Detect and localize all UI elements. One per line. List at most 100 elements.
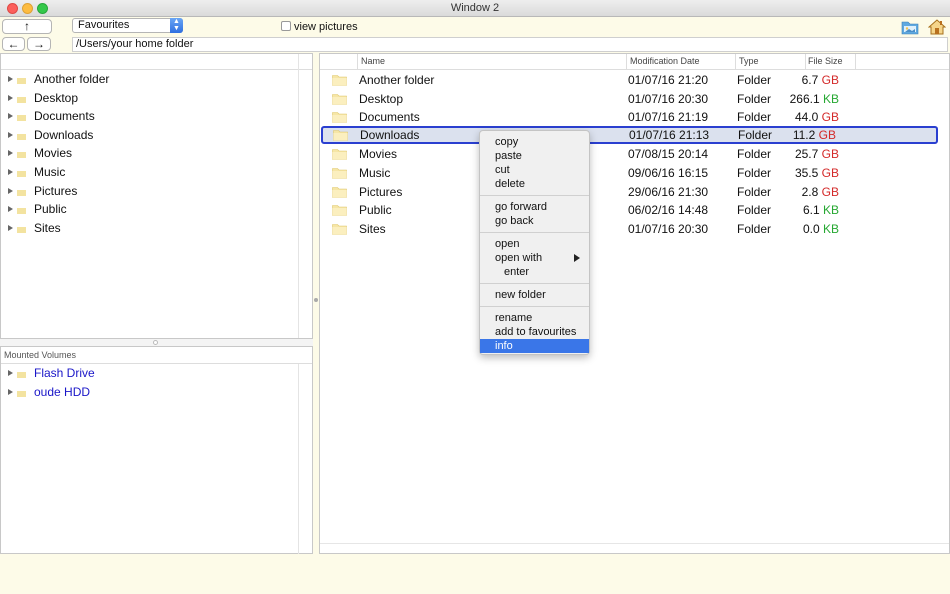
menu-item-info[interactable]: info (480, 339, 589, 353)
folder-icon (332, 112, 347, 123)
folder-icon (332, 223, 347, 235)
parent-folder-button[interactable]: ↑ (2, 19, 52, 34)
view-pictures-toggle[interactable]: view pictures (281, 21, 358, 33)
folder-icon (332, 186, 347, 198)
horizontal-splitter[interactable] (0, 339, 313, 346)
file-size: 44.0 GB (795, 108, 839, 127)
column-header-type[interactable]: Type (739, 56, 759, 66)
tree-item[interactable]: Public (1, 200, 312, 219)
menu-item-add-to-favourites[interactable]: add to favourites (480, 325, 589, 339)
drive-icon (17, 372, 26, 378)
splitter-handle-icon[interactable] (314, 298, 318, 302)
file-size: 25.7 GB (795, 145, 839, 164)
folder-icon (17, 226, 26, 233)
file-name: Music (359, 166, 391, 180)
submenu-arrow-icon (574, 254, 580, 262)
path-field[interactable]: /Users/your home folder (72, 37, 948, 52)
tree-item[interactable]: Another folder (1, 70, 312, 89)
tree-item[interactable]: Documents (1, 107, 312, 126)
menu-item-paste[interactable]: paste (480, 149, 589, 163)
menu-item-open-with-label: open with (495, 252, 543, 264)
tree-item-label: Desktop (34, 90, 79, 105)
pictures-folder-icon[interactable] (901, 19, 919, 35)
tree-item-label: Downloads (34, 127, 94, 142)
favourites-dropdown[interactable]: Favourites ▲ ▼ (72, 18, 183, 33)
maximize-window-button[interactable] (37, 3, 48, 14)
menu-item-cut[interactable]: cut (480, 163, 589, 177)
chevron-updown-icon: ▲ ▼ (170, 18, 183, 33)
disclosure-triangle-icon[interactable] (8, 388, 13, 395)
file-name: Movies (359, 147, 398, 162)
file-size: 11.2 GB (793, 128, 836, 143)
menu-item-enter[interactable]: enter (480, 265, 589, 279)
file-size: 2.8 GB (802, 183, 839, 202)
column-header-modification-date[interactable]: Modification Date (630, 56, 700, 66)
horizontal-scrollbar[interactable] (320, 543, 949, 553)
file-size-value: 2.8 (801, 184, 819, 199)
window-title: Window 2 (450, 2, 500, 14)
menu-item-rename[interactable]: rename (480, 311, 589, 325)
menu-item-new-folder[interactable]: new folder (480, 288, 589, 302)
file-size-unit: GB (821, 147, 839, 162)
tree-item-label: Pictures (34, 183, 78, 198)
menu-item-open-with[interactable]: open with (480, 251, 589, 265)
close-window-button[interactable] (7, 3, 18, 14)
disclosure-triangle-icon[interactable] (8, 370, 13, 376)
disclosure-triangle-icon[interactable] (8, 168, 13, 175)
tree-item[interactable]: Sites (1, 219, 312, 238)
table-row[interactable]: Another folder 01/07/16 21:20 Folder 6.7 GB (320, 71, 949, 90)
table-row[interactable]: Movies 07/08/15 20:14 Folder 25.7 GB (320, 145, 949, 164)
folder-icon (17, 115, 26, 122)
table-row[interactable]: Music 09/06/16 16:15 Folder 35.5 GB (320, 164, 949, 183)
table-row[interactable]: Public 06/02/16 14:48 Folder 6.1 KB (320, 201, 949, 220)
menu-item-go-back[interactable]: go back (480, 214, 589, 228)
back-button[interactable]: ← (2, 37, 25, 51)
file-size-value: 0.0 (802, 221, 820, 236)
disclosure-triangle-icon[interactable] (8, 76, 13, 82)
file-name: Sites (359, 221, 386, 236)
menu-item-go-forward[interactable]: go forward (480, 200, 589, 214)
splitter-handle-icon[interactable] (153, 340, 158, 345)
file-type: Folder (737, 166, 772, 180)
tree-item[interactable]: Downloads (1, 126, 312, 145)
folder-icon (332, 93, 347, 105)
file-size-unit: KB (822, 203, 839, 218)
file-name: Desktop (359, 91, 404, 106)
disclosure-triangle-icon[interactable] (8, 131, 13, 138)
file-size: 6.1 KB (803, 201, 839, 220)
table-row-selected[interactable]: Downloads 01/07/16 21:13 Folder 11.2 GB (321, 125, 938, 145)
table-row[interactable]: Sites 01/07/16 20:30 Folder 0.0 KB (320, 220, 949, 239)
view-pictures-checkbox[interactable] (281, 21, 291, 31)
disclosure-triangle-icon[interactable] (8, 206, 13, 213)
forward-button[interactable]: → (27, 37, 51, 51)
tree-item[interactable]: Music (1, 163, 312, 182)
column-header-file-size[interactable]: File Size (808, 56, 843, 66)
toolbar: ↑ ← → Favourites ▲ ▼ view pictures /Users… (0, 17, 950, 53)
menu-item-copy[interactable]: copy (480, 135, 589, 149)
menu-item-delete[interactable]: delete (480, 177, 589, 191)
disclosure-triangle-icon[interactable] (8, 113, 13, 120)
table-row[interactable]: Documents 01/07/16 21:19 Folder 44.0 GB (320, 108, 949, 127)
menu-item-open[interactable]: open (480, 237, 589, 251)
tree-item[interactable]: Movies (1, 144, 312, 163)
file-name: Pictures (359, 184, 403, 199)
file-date: 01/07/16 21:20 (628, 73, 709, 87)
file-size-unit: KB (822, 221, 839, 236)
disclosure-triangle-icon[interactable] (8, 94, 13, 101)
file-type: Folder (737, 184, 772, 199)
table-row[interactable]: Pictures 29/06/16 21:30 Folder 2.8 GB (320, 183, 949, 202)
disclosure-triangle-icon[interactable] (8, 187, 13, 194)
file-date: 01/07/16 20:30 (628, 221, 709, 236)
table-row[interactable]: Desktop 01/07/16 20:30 Folder 266.1 KB (320, 90, 949, 109)
home-icon[interactable] (928, 19, 946, 35)
file-size: 35.5 GB (795, 164, 839, 183)
disclosure-triangle-icon[interactable] (8, 224, 13, 231)
folder-icon (17, 78, 26, 84)
column-header-name[interactable]: Name (361, 56, 385, 66)
tree-item[interactable]: Desktop (1, 89, 312, 108)
tree-item[interactable]: Pictures (1, 182, 312, 201)
disclosure-triangle-icon[interactable] (8, 150, 13, 157)
volume-item[interactable]: Flash Drive (1, 364, 312, 383)
minimize-window-button[interactable] (22, 3, 33, 14)
volume-item[interactable]: oude HDD (1, 383, 312, 402)
